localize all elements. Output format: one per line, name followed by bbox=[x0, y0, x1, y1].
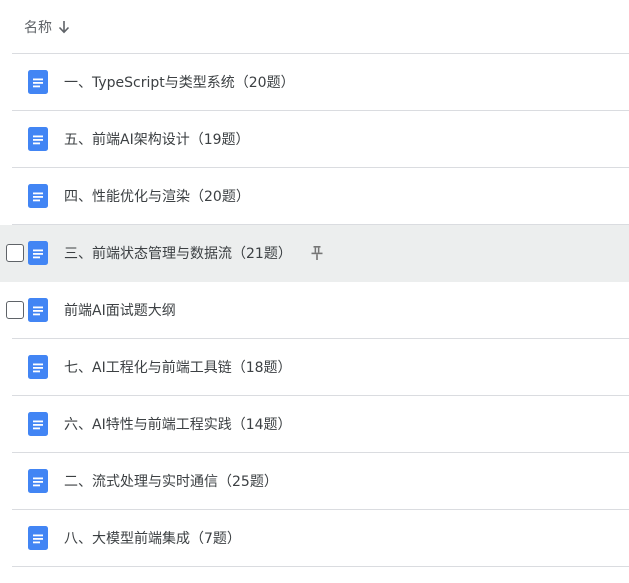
google-doc-icon bbox=[28, 184, 48, 208]
file-row-hovered[interactable]: 三、前端状态管理与数据流（21题） bbox=[0, 225, 629, 282]
file-name[interactable]: 四、性能优化与渲染（20题） bbox=[64, 186, 250, 206]
file-name[interactable]: 二、流式处理与实时通信（25题） bbox=[64, 471, 278, 491]
file-row[interactable]: 前端AI面试题大纲 bbox=[0, 282, 629, 339]
row-checkbox[interactable] bbox=[6, 301, 24, 319]
sort-arrow-down-icon[interactable] bbox=[58, 20, 70, 34]
file-row[interactable]: 六、AI特性与前端工程实践（14题） bbox=[0, 396, 629, 453]
google-doc-icon bbox=[28, 298, 48, 322]
name-column-header[interactable]: 名称 bbox=[24, 17, 52, 37]
list-header: 名称 bbox=[12, 0, 629, 54]
google-doc-icon bbox=[28, 127, 48, 151]
file-row[interactable]: 八、大模型前端集成（7题） bbox=[0, 510, 629, 567]
file-name[interactable]: 七、AI工程化与前端工具链（18题） bbox=[64, 357, 292, 377]
google-doc-icon bbox=[28, 412, 48, 436]
file-row[interactable]: 四、性能优化与渲染（20题） bbox=[0, 168, 629, 225]
row-checkbox[interactable] bbox=[6, 244, 24, 262]
google-doc-icon bbox=[28, 241, 48, 265]
file-name[interactable]: 八、大模型前端集成（7题） bbox=[64, 528, 241, 548]
file-row[interactable]: 二、流式处理与实时通信（25题） bbox=[0, 453, 629, 510]
file-name[interactable]: 六、AI特性与前端工程实践（14题） bbox=[64, 414, 292, 434]
google-doc-icon bbox=[28, 355, 48, 379]
file-row[interactable]: 五、前端AI架构设计（19题） bbox=[0, 111, 629, 168]
file-name[interactable]: 前端AI面试题大纲 bbox=[64, 300, 176, 320]
google-doc-icon bbox=[28, 469, 48, 493]
pin-icon[interactable] bbox=[310, 245, 324, 261]
file-row[interactable]: 七、AI工程化与前端工具链（18题） bbox=[0, 339, 629, 396]
google-doc-icon bbox=[28, 526, 48, 550]
file-name[interactable]: 三、前端状态管理与数据流（21题） bbox=[64, 243, 292, 263]
file-name[interactable]: 一、TypeScript与类型系统（20题） bbox=[64, 72, 295, 92]
file-name[interactable]: 五、前端AI架构设计（19题） bbox=[64, 129, 250, 149]
file-row[interactable]: 一、TypeScript与类型系统（20题） bbox=[0, 54, 629, 111]
google-doc-icon bbox=[28, 70, 48, 94]
file-list: 一、TypeScript与类型系统（20题） 五、前端AI架构设计（19题） 四… bbox=[0, 54, 629, 567]
